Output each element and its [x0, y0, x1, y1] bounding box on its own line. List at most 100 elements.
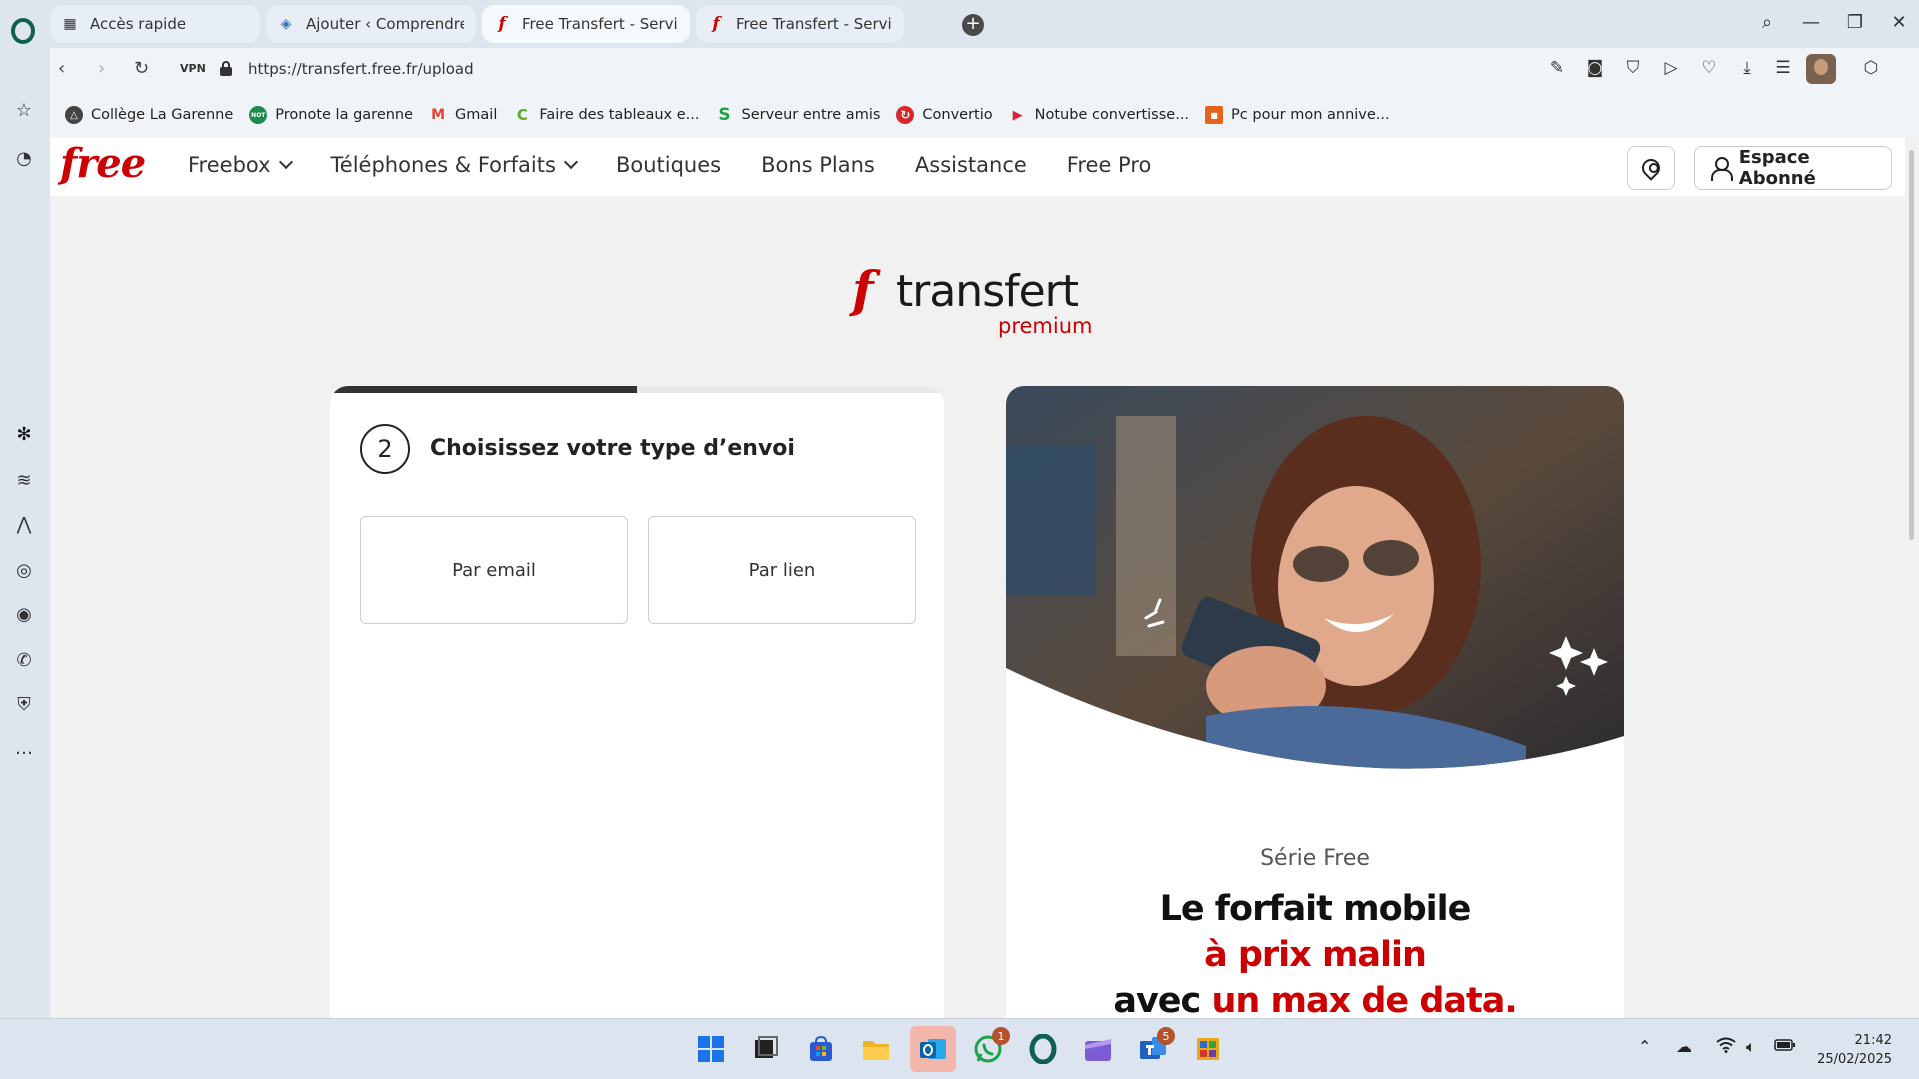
search-tabs-icon[interactable]: ⌕ — [1754, 12, 1780, 33]
espace-abonne-button[interactable]: Espace Abonné — [1694, 146, 1892, 190]
windows-start-icon[interactable] — [695, 1033, 727, 1065]
free-favicon: f — [712, 14, 720, 34]
free-logo[interactable]: free — [60, 140, 146, 187]
extensions-icon[interactable]: ⬡ — [1860, 58, 1882, 78]
send-by-email-button[interactable]: Par email — [360, 516, 628, 624]
shield-icon[interactable]: ⛉ — [1622, 58, 1644, 78]
more-icon[interactable]: … — [12, 736, 36, 760]
restore-icon[interactable]: ❐ — [1842, 12, 1868, 33]
instagram-icon[interactable]: ◎ — [12, 558, 36, 582]
bookmark-convertio[interactable]: ↻ Convertio — [896, 106, 993, 124]
store-locator-button[interactable] — [1627, 146, 1675, 190]
tab-label: Free Transfert - Service d — [736, 15, 892, 33]
convertio-icon: ↻ — [896, 106, 915, 124]
web-page: free Freebox Téléphones & Forfaits Bouti… — [50, 138, 1905, 1018]
clock-date: 25/02/2025 — [1817, 1052, 1892, 1067]
tab-strip: ▦ Accès rapide ◈ Ajouter ‹ Comprendre l'… — [50, 0, 1919, 48]
promo-title-line2: à prix malin — [1204, 935, 1427, 975]
free-f-mark: f — [852, 260, 874, 319]
close-window-icon[interactable]: ✕ — [1886, 12, 1912, 33]
whatsapp-icon[interactable]: 1 — [972, 1027, 1010, 1065]
messenger-icon[interactable]: ◉ — [12, 602, 36, 626]
bookmark-label: Pronote la garenne — [275, 107, 414, 123]
download-icon[interactable]: ⤓ — [1736, 58, 1758, 78]
vpn-badge[interactable]: VPN — [180, 62, 206, 75]
tab-wordpress[interactable]: ◈ Ajouter ‹ Comprendre l'i — [266, 5, 476, 43]
upload-card: 2 Choisissez votre type d’envoi Par emai… — [330, 386, 944, 1018]
opera-icon[interactable] — [1027, 1033, 1059, 1065]
heart-icon[interactable]: ♡ — [1698, 58, 1720, 78]
clock-time: 21:42 — [1854, 1033, 1892, 1048]
nav-bons-plans[interactable]: Bons Plans — [761, 153, 875, 177]
tab-label: Free Transfert - Service d — [522, 15, 678, 33]
reload-icon[interactable]: ↻ — [134, 58, 149, 79]
volume-icon[interactable]: 🔈︎ — [1746, 1037, 1756, 1057]
nav-boutiques[interactable]: Boutiques — [616, 153, 721, 177]
clipchamp-icon[interactable] — [1082, 1033, 1114, 1065]
bookmark-pc[interactable]: ■ Pc pour mon annive... — [1205, 106, 1390, 124]
send-icon[interactable]: ▷ — [1660, 58, 1682, 78]
nav-label: Freebox — [188, 153, 271, 177]
nav-label: Assistance — [914, 153, 1027, 177]
nav-telephones-forfaits[interactable]: Téléphones & Forfaits — [331, 153, 579, 177]
forward-icon[interactable]: › — [98, 58, 105, 79]
system-clock[interactable]: 21:42 25/02/2025 — [1812, 1031, 1892, 1069]
chevron-up-icon[interactable]: ⌃ — [1638, 1037, 1651, 1056]
chatgpt-icon[interactable]: ✻ — [12, 422, 36, 446]
battery-icon[interactable] — [1774, 1037, 1796, 1056]
tab-quick-access[interactable]: ▦ Accès rapide — [50, 5, 260, 43]
tab-free-transfert-active[interactable]: f Free Transfert - Service d — [482, 5, 690, 43]
nav-assistance[interactable]: Assistance — [915, 153, 1027, 177]
nav-free-pro[interactable]: Free Pro — [1067, 153, 1152, 177]
easy-setup-icon[interactable]: ☰ — [1772, 58, 1794, 78]
progress-bar — [330, 386, 944, 393]
nav-label: Boutiques — [615, 153, 722, 177]
free-favicon: f — [498, 14, 506, 34]
profile-avatar[interactable] — [1806, 54, 1836, 84]
edit-icon[interactable]: ✎ — [1546, 58, 1568, 78]
tab-free-transfert[interactable]: f Free Transfert - Service d — [696, 5, 904, 43]
onedrive-icon[interactable]: ☁ — [1676, 1037, 1692, 1056]
pronote-icon: NOT — [249, 106, 268, 124]
college-icon: △ — [65, 106, 83, 124]
site-header: free Freebox Téléphones & Forfaits Bouti… — [50, 138, 1905, 196]
vpn-shield-icon[interactable]: ⛨ — [12, 692, 36, 716]
bookmark-gmail[interactable]: M Gmail — [429, 106, 497, 124]
scrollbar-thumb[interactable] — [1909, 150, 1914, 540]
bookmark-serveur[interactable]: S Serveur entre amis — [715, 105, 880, 125]
lock-icon[interactable] — [220, 61, 232, 76]
whatsapp-badge: 1 — [992, 1027, 1010, 1045]
outlook-icon[interactable] — [910, 1026, 956, 1072]
page-scrollbar[interactable] — [1905, 138, 1919, 1018]
bookmark-college[interactable]: △ Collège La Garenne — [65, 106, 233, 124]
minimize-icon[interactable]: — — [1798, 12, 1824, 33]
whatsapp-sidebar-icon[interactable]: ✆ — [12, 648, 36, 672]
aria-icon[interactable]: ◔ — [12, 146, 36, 170]
back-icon[interactable]: ‹ — [58, 58, 65, 79]
pinboard-icon[interactable]: ☆ — [12, 98, 36, 122]
notube-icon: ▶ — [1012, 107, 1023, 123]
microsoft-store-icon[interactable] — [805, 1033, 837, 1065]
send-by-link-button[interactable]: Par lien — [648, 516, 916, 624]
nav-freebox[interactable]: Freebox — [188, 153, 293, 177]
url-field[interactable]: https://transfert.free.fr/upload — [248, 60, 474, 78]
promo-title: Le forfait mobile à prix malin avec un m… — [1006, 886, 1624, 1018]
wifi-icon[interactable] — [1716, 1037, 1736, 1057]
app-icon[interactable] — [1192, 1033, 1224, 1065]
browser-sidebar: ☆ ◔ ✻ ≋ ⋀ ◎ ◉ ✆ ⛨ … — [0, 0, 50, 1018]
task-view-icon[interactable] — [750, 1033, 782, 1065]
opera-logo-icon[interactable] — [11, 18, 35, 44]
bookmark-pronote[interactable]: NOT Pronote la garenne — [249, 106, 413, 124]
new-tab-button[interactable]: + — [962, 14, 984, 36]
camera-icon[interactable]: ◙ — [1584, 58, 1606, 78]
bookmarks-bar: △ Collège La Garenne NOT Pronote la gare… — [50, 92, 1919, 138]
user-icon — [1711, 157, 1733, 181]
bookmark-notube[interactable]: ▶ Notube convertisse... — [1009, 106, 1189, 124]
teams-icon[interactable]: 5 — [1137, 1027, 1175, 1065]
file-explorer-icon[interactable] — [860, 1033, 892, 1065]
feed-icon[interactable]: ≋ — [12, 468, 36, 492]
promo-photo — [1006, 386, 1624, 769]
bookmark-tableaux[interactable]: C Faire des tableaux e... — [513, 106, 700, 124]
promo-card[interactable]: Série Free Le forfait mobile à prix mali… — [1006, 386, 1624, 1018]
arc-icon[interactable]: ⋀ — [12, 512, 36, 536]
